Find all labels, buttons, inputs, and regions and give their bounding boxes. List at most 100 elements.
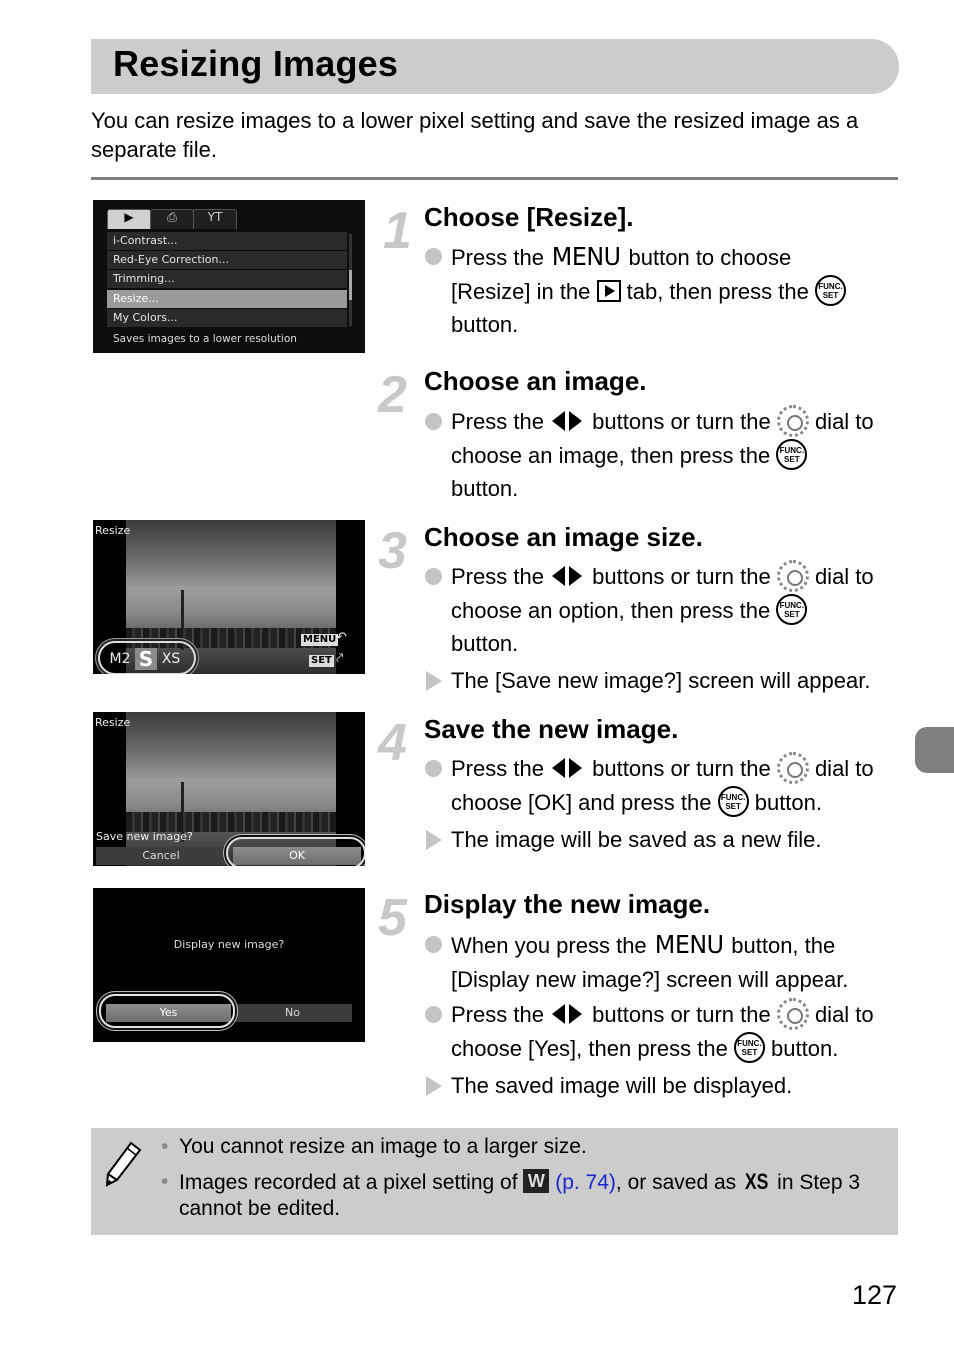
instruction-text: Press the xyxy=(451,409,551,434)
pencil-icon xyxy=(105,1141,142,1187)
menu-scrollbar-thumb[interactable] xyxy=(349,270,352,300)
step-number: 4 xyxy=(378,714,407,772)
section-divider xyxy=(91,177,898,180)
step-result: The saved image will be displayed. xyxy=(424,1069,904,1103)
set-button-tag: SET xyxy=(309,655,334,667)
screen-label: Resize xyxy=(95,524,131,537)
note-text: , or saved as xyxy=(615,1171,742,1194)
instruction-text: Press the xyxy=(451,564,551,589)
size-option-m2[interactable]: M2 xyxy=(107,648,133,670)
selection-ring xyxy=(226,837,365,866)
menu-button-tag: MENU xyxy=(301,634,339,646)
menu-button-icon: MENU xyxy=(551,242,621,271)
control-dial-icon xyxy=(776,998,809,1031)
note-text: Images recorded at a pixel setting of xyxy=(179,1171,524,1194)
tab-print[interactable]: ⎙ xyxy=(150,209,194,229)
no-button[interactable]: No xyxy=(233,1004,352,1022)
step-instruction: Press the buttons or turn the dial to ch… xyxy=(424,998,904,1065)
page-number: 127 xyxy=(852,1280,898,1310)
step-title: Save the new image. xyxy=(424,714,679,744)
screen-label: Resize xyxy=(95,716,131,729)
instruction-text: button. xyxy=(764,1035,839,1061)
instruction-text: choose [Yes], then press the xyxy=(451,1035,734,1061)
func-set-icon: FUNC. SET xyxy=(776,439,808,471)
step-instruction: Press the MENU button to choose [Resize]… xyxy=(424,240,904,342)
camera-save-screen: Resize Save new image? Cancel OK xyxy=(93,712,365,866)
left-right-arrows-icon xyxy=(550,757,586,779)
step-result: The [Save new image?] screen will appear… xyxy=(424,664,904,698)
instruction-text: choose an image, then press the xyxy=(451,442,777,468)
func-set-icon: FUNC. SET xyxy=(776,594,808,626)
menu-item-trimming[interactable]: Trimming... xyxy=(107,270,347,288)
func-set-icon: FUNC. SET xyxy=(717,786,749,818)
instruction-text: buttons or turn the xyxy=(586,409,777,434)
tab-settings[interactable]: YT xyxy=(193,209,237,229)
instruction-text: dial to xyxy=(808,1002,874,1027)
instruction-text: buttons or turn the xyxy=(586,564,777,589)
step-instruction: Press the buttons or turn the dial to ch… xyxy=(424,405,904,506)
instruction-text: button. xyxy=(451,312,519,337)
instruction-text: buttons or turn the xyxy=(586,756,777,781)
control-dial-icon xyxy=(776,752,809,785)
intro-text: You can resize images to a lower pixel s… xyxy=(91,108,859,162)
instruction-text: button. xyxy=(748,789,822,815)
step-instruction: Press the buttons or turn the dial to ch… xyxy=(424,560,904,661)
instruction-text: tab, then press the xyxy=(620,278,815,304)
step-title: Choose [Resize]. xyxy=(424,202,634,232)
left-right-arrows-icon xyxy=(550,1003,586,1025)
selection-ring xyxy=(99,994,235,1028)
note-box: You cannot resize an image to a larger s… xyxy=(91,1128,898,1235)
menu-help-text: Saves images to a lower resolution xyxy=(113,333,297,345)
save-prompt-text: Save new image? xyxy=(96,830,193,843)
menu-item-red-eye[interactable]: Red-Eye Correction... xyxy=(107,251,347,269)
step-title: Choose an image. xyxy=(424,366,647,396)
step-result: The image will be saved as a new file. xyxy=(424,823,904,857)
instruction-text: [Display new image?] screen will appear. xyxy=(451,966,849,992)
instruction-text: Press the xyxy=(451,1002,551,1027)
left-right-arrows-icon xyxy=(550,410,586,432)
step-instruction: When you press the MENU button, the [Dis… xyxy=(424,928,904,996)
camera-menu-screen: ▶ ⎙ YT i-Contrast... Red-Eye Correction.… xyxy=(93,200,365,353)
instruction-text: buttons or turn the xyxy=(586,1002,777,1027)
step-number: 1 xyxy=(383,202,412,260)
step-instruction: Press the buttons or turn the dial to ch… xyxy=(424,752,904,819)
instruction-text: choose [OK] and press the xyxy=(451,789,718,815)
instruction-text: button to choose xyxy=(622,245,792,270)
resize-icon: ⤤ xyxy=(336,651,344,666)
playback-tab-icon xyxy=(596,279,621,302)
size-option-s[interactable]: S xyxy=(135,648,157,670)
widescreen-w-icon: W xyxy=(523,1169,550,1194)
camera-display-screen: Display new image? Yes No xyxy=(93,888,365,1042)
instruction-text: Press the xyxy=(451,245,551,270)
instruction-text: Press the xyxy=(451,756,551,781)
instruction-text: dial to xyxy=(808,564,874,589)
size-option-xs[interactable]: XS xyxy=(159,648,183,670)
instruction-text: [Resize] in the xyxy=(451,278,597,304)
display-prompt-text: Display new image? xyxy=(173,938,285,951)
note-item: Images recorded at a pixel setting of W … xyxy=(161,1169,876,1222)
step-number: 5 xyxy=(378,889,407,947)
func-set-icon: FUNC. SET xyxy=(814,275,846,307)
step-number: 3 xyxy=(378,522,407,580)
control-dial-icon xyxy=(776,560,809,593)
cancel-button[interactable]: Cancel xyxy=(96,847,226,865)
step-number: 2 xyxy=(378,366,407,424)
instruction-text: button. xyxy=(451,631,519,656)
instruction-text: When you press the xyxy=(451,933,653,958)
xs-size-icon: XS xyxy=(744,1169,769,1194)
instruction-text: button, the xyxy=(725,933,836,958)
tab-playback[interactable]: ▶ xyxy=(107,209,151,229)
menu-item-resize[interactable]: Resize... xyxy=(107,290,347,308)
menu-item-my-colors[interactable]: My Colors... xyxy=(107,309,347,327)
instruction-text: button. xyxy=(451,476,519,501)
step-title: Choose an image size. xyxy=(424,522,703,552)
menu-button-icon: MENU xyxy=(654,930,724,959)
instruction-text: choose an option, then press the xyxy=(451,597,777,623)
menu-item-i-contrast[interactable]: i-Contrast... xyxy=(107,232,347,250)
chapter-side-tab xyxy=(915,727,954,773)
back-icon: ↶ xyxy=(336,630,347,645)
control-dial-icon xyxy=(776,405,809,438)
page-title: Resizing Images xyxy=(113,43,399,84)
page-reference-link[interactable]: (p. 74) xyxy=(555,1171,616,1194)
func-set-icon: FUNC. SET xyxy=(733,1032,765,1064)
